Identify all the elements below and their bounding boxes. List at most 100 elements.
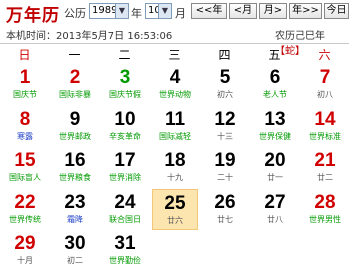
day-number: 2 bbox=[69, 67, 81, 88]
day-lunar-or-holiday: 世界传统 bbox=[9, 214, 41, 224]
day-lunar-or-holiday: 世界邮政 bbox=[59, 131, 91, 141]
day-number: 27 bbox=[264, 191, 286, 213]
calendar-day[interactable]: 15 国际盲人 bbox=[2, 147, 48, 188]
month-select[interactable]: 10 ▼ bbox=[145, 3, 172, 19]
calendar-day[interactable]: 2 国际非暴 bbox=[52, 64, 98, 105]
day-number: 23 bbox=[64, 191, 86, 213]
calendar-day[interactable]: 28 世界男性 bbox=[302, 189, 348, 230]
day-number: 9 bbox=[69, 108, 81, 130]
calendar-day[interactable]: 10 辛亥革命 bbox=[102, 106, 148, 147]
day-number: 10 bbox=[114, 108, 136, 130]
day-number: 4 bbox=[169, 67, 181, 88]
day-number: 16 bbox=[64, 150, 86, 171]
day-number: 8 bbox=[19, 108, 31, 130]
today-button[interactable]: 今日 bbox=[324, 3, 349, 19]
toolbar: 万年历 公历 1989 ▼ 年 10 ▼ 月 <<年 <月 月> 年>> 今日 bbox=[0, 0, 349, 26]
calendar-day[interactable]: 16 世界粮食 bbox=[52, 147, 98, 188]
calendar-day[interactable]: 8 寒露 bbox=[2, 106, 48, 147]
day-lunar-or-holiday: 国庆节假 bbox=[109, 90, 141, 99]
weekday-thu: 四 bbox=[218, 48, 231, 62]
calendar-day[interactable]: 9 世界邮政 bbox=[52, 106, 98, 147]
weekday-sat: 六 bbox=[318, 48, 331, 62]
day-lunar-or-holiday: 老人节 bbox=[263, 90, 287, 99]
calendar-day[interactable]: 21 廿二 bbox=[302, 147, 348, 188]
day-number: 24 bbox=[114, 191, 136, 213]
day-lunar-or-holiday: 世界勤俭 bbox=[109, 256, 141, 265]
day-lunar-or-holiday: 国际减轻 bbox=[159, 131, 191, 141]
day-lunar-or-holiday: 国际盲人 bbox=[9, 173, 41, 182]
day-lunar-or-holiday: 世界粮食 bbox=[59, 173, 91, 182]
year-select[interactable]: 1989 ▼ bbox=[89, 3, 129, 19]
calendar-day-today[interactable]: 25 廿六 bbox=[152, 188, 198, 230]
day-lunar-or-holiday: 廿二 bbox=[317, 173, 333, 182]
calendar-day[interactable]: 1 国庆节 bbox=[2, 64, 48, 105]
day-number: 30 bbox=[64, 233, 86, 254]
day-lunar-or-holiday: 初六 bbox=[217, 90, 233, 99]
weekday-header: 日 一 二 三 四 五 六 bbox=[0, 43, 349, 62]
chevron-down-icon[interactable]: ▼ bbox=[115, 4, 128, 18]
day-number: 20 bbox=[264, 150, 286, 171]
gregorian-label: 公历 bbox=[64, 7, 86, 20]
day-lunar-or-holiday: 二十 bbox=[217, 173, 233, 182]
calendar-day[interactable]: 13 世界保健 bbox=[252, 106, 298, 147]
day-lunar-or-holiday: 廿七 bbox=[217, 214, 233, 224]
prev-month-button[interactable]: <月 bbox=[229, 3, 257, 19]
day-lunar-or-holiday: 世界男性 bbox=[309, 214, 341, 224]
calendar-day[interactable]: 17 世界消除 bbox=[102, 147, 148, 188]
calendar-day[interactable]: 19 二十 bbox=[202, 147, 248, 188]
prev-year-button[interactable]: <<年 bbox=[191, 3, 227, 19]
day-lunar-or-holiday: 世界消除 bbox=[109, 173, 141, 182]
calendar-day[interactable]: 22 世界传统 bbox=[2, 189, 48, 230]
day-number: 7 bbox=[319, 67, 331, 88]
day-number: 6 bbox=[269, 67, 281, 88]
day-number: 21 bbox=[314, 150, 336, 171]
calendar-day[interactable]: 27 廿八 bbox=[252, 189, 298, 230]
day-number: 25 bbox=[164, 192, 186, 214]
weekday-fri: 五 bbox=[268, 48, 281, 62]
calendar-day[interactable]: 30 初二 bbox=[52, 230, 98, 271]
day-number: 13 bbox=[264, 108, 286, 130]
calendar-day[interactable]: 20 廿一 bbox=[252, 147, 298, 188]
day-number: 29 bbox=[14, 233, 36, 254]
calendar-day[interactable]: 7 初八 bbox=[302, 64, 348, 105]
weekday-wed: 三 bbox=[168, 48, 181, 62]
calendar-day[interactable]: 4 世界动物 bbox=[152, 64, 198, 105]
day-number: 1 bbox=[19, 67, 31, 88]
calendar-day[interactable]: 12 十三 bbox=[202, 106, 248, 147]
weekday-tue: 二 bbox=[118, 48, 131, 62]
lunar-year-text: 农历己巳年 bbox=[275, 31, 325, 42]
day-lunar-or-holiday: 世界动物 bbox=[159, 90, 191, 99]
day-number: 19 bbox=[214, 150, 236, 171]
chevron-down-icon[interactable]: ▼ bbox=[158, 4, 171, 18]
calendar-day[interactable]: 23 霜降 bbox=[52, 189, 98, 230]
calendar-day[interactable]: 14 世界标准 bbox=[302, 106, 348, 147]
calendar-day[interactable]: 31 世界勤俭 bbox=[102, 230, 148, 271]
next-year-button[interactable]: 年>> bbox=[289, 3, 322, 19]
day-number: 26 bbox=[214, 191, 236, 213]
day-lunar-or-holiday: 霜降 bbox=[67, 214, 83, 224]
calendar-day[interactable]: 11 国际减轻 bbox=[152, 106, 198, 147]
day-number: 12 bbox=[214, 108, 236, 130]
day-lunar-or-holiday: 世界保健 bbox=[259, 131, 291, 141]
day-lunar-or-holiday: 廿六 bbox=[167, 215, 183, 225]
calendar-day[interactable]: 5 初六 bbox=[202, 64, 248, 105]
day-lunar-or-holiday: 十三 bbox=[217, 131, 233, 141]
day-lunar-or-holiday: 辛亥革命 bbox=[109, 131, 141, 141]
calendar-day[interactable]: 6 老人节 bbox=[252, 64, 298, 105]
calendar-day[interactable]: 24 联合国日 bbox=[102, 189, 148, 230]
calendar-day[interactable]: 18 十九 bbox=[152, 147, 198, 188]
day-lunar-or-holiday: 国庆节 bbox=[13, 90, 37, 99]
day-number: 11 bbox=[164, 108, 186, 130]
weekday-mon: 一 bbox=[68, 48, 81, 62]
calendar-day[interactable]: 29 十月 bbox=[2, 230, 48, 271]
day-number: 15 bbox=[14, 150, 36, 171]
app-title: 万年历 bbox=[6, 6, 60, 26]
day-number: 17 bbox=[114, 150, 136, 171]
calendar-day[interactable]: 26 廿七 bbox=[202, 189, 248, 230]
day-lunar-or-holiday: 廿八 bbox=[267, 214, 283, 224]
calendar-day[interactable]: 3 国庆节假 bbox=[102, 64, 148, 105]
day-lunar-or-holiday: 世界标准 bbox=[309, 131, 341, 141]
month-label: 月 bbox=[175, 7, 186, 20]
next-month-button[interactable]: 月> bbox=[259, 3, 287, 19]
day-lunar-or-holiday: 十月 bbox=[17, 256, 33, 265]
